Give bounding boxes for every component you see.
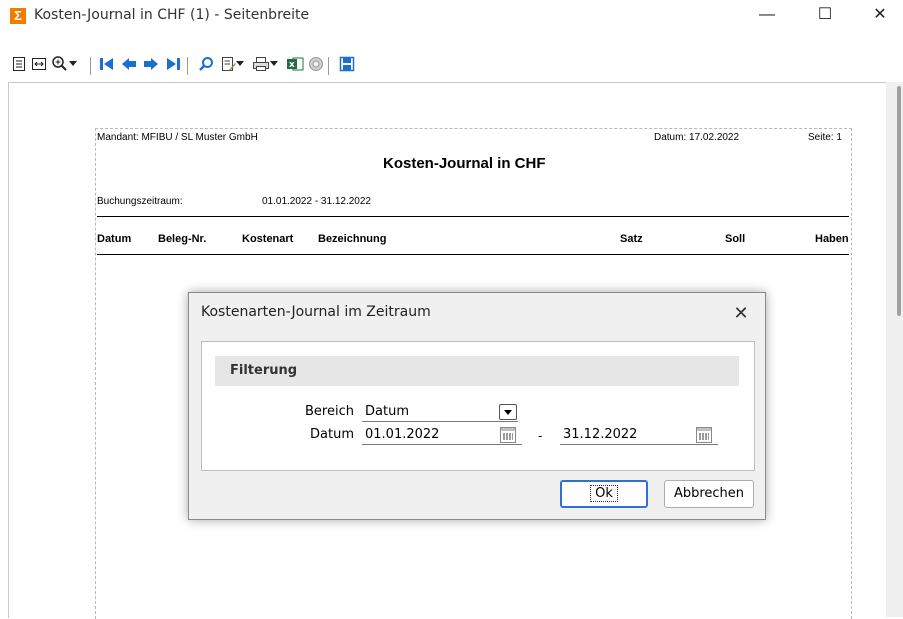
date-from-input[interactable]: 01.01.2022 xyxy=(362,425,522,445)
report-date: Datum: 17.02.2022 xyxy=(654,132,740,143)
column-datum: Datum xyxy=(97,233,132,245)
toolbar-separator xyxy=(328,57,329,75)
cancel-button[interactable]: Abbrechen xyxy=(664,480,754,508)
column-satz: Satz xyxy=(620,233,643,245)
last-page-icon[interactable] xyxy=(162,53,184,75)
date-to-value: 31.12.2022 xyxy=(563,427,638,442)
column-bezeichnung: Bezeichnung xyxy=(318,233,387,245)
maximize-button[interactable]: ☐ xyxy=(802,0,848,30)
single-page-icon[interactable] xyxy=(8,53,30,75)
scrollbar-thumb[interactable] xyxy=(897,86,901,316)
dialog-title: Kostenarten-Journal im Zeitraum xyxy=(201,304,431,320)
svg-text:x: x xyxy=(289,60,295,70)
column-soll: Soll xyxy=(725,233,746,245)
date-separator: - xyxy=(538,428,543,443)
toolbar-separator xyxy=(90,57,91,75)
export-dropdown-icon[interactable] xyxy=(234,53,246,75)
header-line-top xyxy=(97,216,849,217)
chevron-down-icon[interactable] xyxy=(499,404,517,420)
dialog-close-icon[interactable]: ✕ xyxy=(721,295,761,331)
bereich-label: Bereich xyxy=(305,404,354,419)
filter-group: Filterung Bereich Datum Datum 01.01.2022… xyxy=(201,341,755,471)
report-title: Kosten-Journal in CHF xyxy=(383,155,546,172)
zeitraum-value: 01.01.2022 - 31.12.2022 xyxy=(262,196,371,207)
column-kostenart: Kostenart xyxy=(242,233,294,245)
next-page-icon[interactable] xyxy=(140,53,162,75)
close-window-button[interactable]: ✕ xyxy=(857,0,903,30)
column-beleg-nr: Beleg-Nr. xyxy=(158,233,207,245)
bereich-select-value: Datum xyxy=(365,404,409,419)
calendar-icon[interactable] xyxy=(696,427,712,443)
mandant-text: Mandant: MFIBU / SL Muster GmbH xyxy=(97,132,258,143)
filter-group-header: Filterung xyxy=(215,356,739,386)
minimize-button[interactable]: — xyxy=(744,0,790,30)
bereich-select[interactable]: Datum xyxy=(362,402,518,422)
page-width-icon[interactable] xyxy=(28,53,50,75)
ok-button-label: Ok xyxy=(590,485,618,502)
page-number: Seite: 1 xyxy=(808,132,842,143)
ok-button[interactable]: Ok xyxy=(560,480,648,508)
toolbar-separator xyxy=(187,57,188,75)
zeitraum-label: Buchungszeitraum: xyxy=(97,196,183,207)
previous-page-icon[interactable] xyxy=(118,53,140,75)
calendar-icon[interactable] xyxy=(500,427,516,443)
search-icon[interactable] xyxy=(195,53,217,75)
header-line-bottom xyxy=(97,254,849,255)
excel-icon[interactable]: x xyxy=(284,53,306,75)
column-haben: Haben xyxy=(815,233,849,245)
window-title: Kosten-Journal in CHF (1) - Seitenbreite xyxy=(34,7,310,23)
app-sigma-icon: Σ xyxy=(10,8,26,24)
title-bar: Σ Kosten-Journal in CHF (1) - Seitenbrei… xyxy=(0,0,903,30)
first-page-icon[interactable] xyxy=(96,53,118,75)
journal-dialog: Kostenarten-Journal im Zeitraum ✕ Filter… xyxy=(188,292,766,520)
settings-icon[interactable] xyxy=(305,53,327,75)
save-icon[interactable] xyxy=(336,53,358,75)
datum-label: Datum xyxy=(310,427,354,442)
date-from-value: 01.01.2022 xyxy=(365,427,440,442)
print-dropdown-icon[interactable] xyxy=(268,53,280,75)
date-to-input[interactable]: 31.12.2022 xyxy=(560,425,718,445)
zoom-dropdown-icon[interactable] xyxy=(67,53,79,75)
filter-group-label: Filterung xyxy=(230,363,298,378)
